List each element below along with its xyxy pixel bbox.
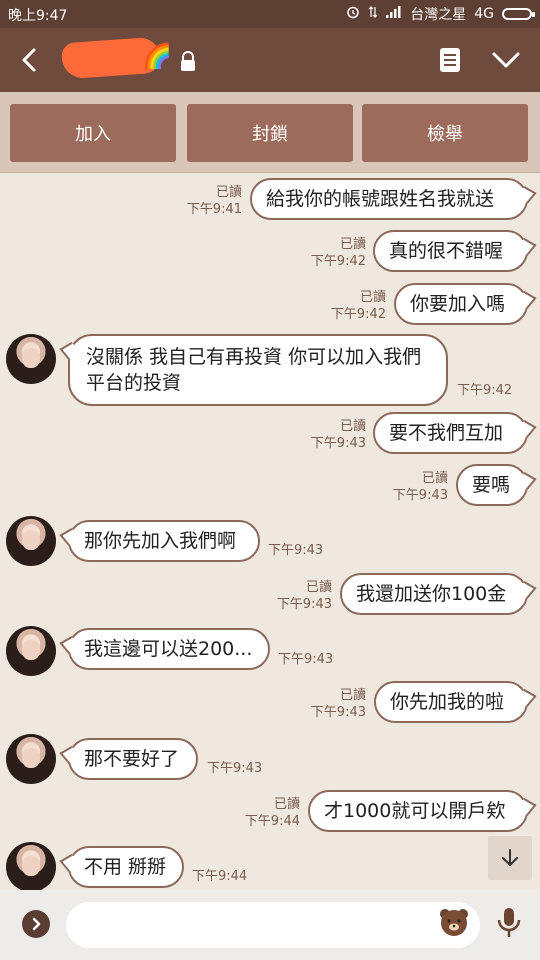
sent-message-bubble[interactable]: 要嗎 bbox=[456, 464, 528, 506]
read-receipt: 已讀 bbox=[421, 471, 448, 486]
battery-icon bbox=[502, 8, 535, 20]
message-meta: 已讀 下午9:42 bbox=[314, 289, 386, 323]
status-icons: 台灣之星 4G bbox=[346, 4, 535, 24]
chat-messages[interactable]: 已讀 下午9:41 給我你的帳號跟姓名我就送 已讀 下午9:42 真的很不錯喔 … bbox=[0, 172, 540, 892]
block-button[interactable]: 封鎖 bbox=[187, 104, 353, 162]
message-time: 下午9:43 bbox=[310, 436, 366, 451]
report-button[interactable]: 檢舉 bbox=[362, 104, 528, 162]
message-time: 下午9:43 bbox=[392, 488, 448, 503]
action-bar: 加入 封鎖 檢舉 bbox=[0, 92, 540, 173]
sent-message-bubble[interactable]: 給我你的帳號跟姓名我就送 bbox=[250, 178, 528, 220]
received-message-bubble[interactable]: 那不要好了 bbox=[68, 738, 198, 780]
message-time: 下午9:43 bbox=[310, 705, 366, 720]
back-arrow-icon[interactable] bbox=[14, 42, 46, 78]
read-receipt: 已讀 bbox=[359, 290, 386, 305]
contact-avatar[interactable] bbox=[6, 516, 56, 566]
received-message-bubble[interactable]: 沒關係 我自己有再投資 你可以加入我們平台的投資 bbox=[68, 334, 448, 406]
read-receipt: 已讀 bbox=[339, 237, 366, 252]
message-time: 下午9:44 bbox=[192, 869, 248, 884]
received-message-bubble[interactable]: 不用 掰掰 bbox=[68, 846, 184, 888]
message-meta: 已讀 下午9:42 bbox=[294, 236, 366, 270]
message-meta: 已讀 下午9:43 bbox=[294, 418, 366, 452]
sent-message-bubble[interactable]: 你要加入嗎 bbox=[394, 283, 528, 325]
sent-message-bubble[interactable]: 我還加送你100金 bbox=[340, 573, 528, 615]
message-time: 下午9:42 bbox=[310, 254, 366, 269]
message-time: 下午9:43 bbox=[276, 597, 332, 612]
microphone-icon[interactable] bbox=[496, 906, 522, 940]
message-time: 下午9:43 bbox=[207, 761, 263, 776]
read-receipt: 已讀 bbox=[215, 185, 242, 200]
read-receipt: 已讀 bbox=[339, 688, 366, 703]
bear-sticker-icon[interactable] bbox=[438, 906, 470, 938]
message-time: 下午9:44 bbox=[244, 814, 300, 829]
network-type: 4G bbox=[474, 6, 494, 22]
sent-message-bubble[interactable]: 你先加我的啦 bbox=[374, 681, 528, 723]
add-friend-button[interactable]: 加入 bbox=[10, 104, 176, 162]
read-receipt: 已讀 bbox=[339, 419, 366, 434]
chat-header: 🌈 bbox=[0, 28, 540, 92]
notes-icon[interactable] bbox=[436, 46, 464, 74]
alarm-icon bbox=[346, 5, 360, 23]
chevron-down-icon[interactable] bbox=[490, 46, 522, 74]
carrier-name: 台灣之星 bbox=[410, 7, 467, 23]
read-receipt: 已讀 bbox=[273, 797, 300, 812]
received-message-bubble[interactable]: 那你先加入我們啊 bbox=[68, 520, 260, 562]
sent-message-bubble[interactable]: 才1000就可以開戶欸 bbox=[308, 790, 528, 832]
message-meta: 已讀 下午9:43 bbox=[294, 687, 366, 721]
message-time: 下午9:42 bbox=[330, 307, 386, 322]
data-arrows-icon bbox=[368, 5, 378, 23]
contact-avatar[interactable] bbox=[6, 734, 56, 784]
message-time: 下午9:42 bbox=[457, 383, 513, 398]
message-input-bar bbox=[0, 890, 540, 960]
message-meta: 已讀 下午9:43 bbox=[376, 470, 448, 504]
received-message-bubble[interactable]: 我這邊可以送200... bbox=[68, 628, 270, 670]
message-meta: 已讀 下午9:44 bbox=[228, 796, 300, 830]
lock-icon bbox=[178, 50, 198, 74]
chevron-right-icon[interactable] bbox=[22, 910, 50, 938]
arrow-down-icon[interactable] bbox=[488, 836, 532, 880]
message-time: 下午9:41 bbox=[186, 202, 242, 217]
message-meta: 已讀 下午9:43 bbox=[260, 579, 332, 613]
status-time: 晚上9:47 bbox=[8, 8, 68, 24]
status-bar: 晚上9:47 台灣之星 4G bbox=[0, 0, 540, 28]
rainbow-icon: 🌈 bbox=[142, 42, 172, 70]
read-receipt: 已讀 bbox=[305, 580, 332, 595]
contact-avatar[interactable] bbox=[6, 334, 56, 384]
message-meta: 已讀 下午9:41 bbox=[170, 184, 242, 218]
message-time: 下午9:43 bbox=[268, 543, 324, 558]
sent-message-bubble[interactable]: 真的很不錯喔 bbox=[373, 230, 528, 272]
sent-message-bubble[interactable]: 要不我們互加 bbox=[373, 412, 528, 454]
contact-avatar[interactable] bbox=[6, 626, 56, 676]
contact-avatar[interactable] bbox=[6, 842, 56, 892]
message-time: 下午9:43 bbox=[278, 652, 334, 667]
message-input[interactable] bbox=[66, 902, 480, 948]
signal-icon bbox=[386, 6, 402, 22]
